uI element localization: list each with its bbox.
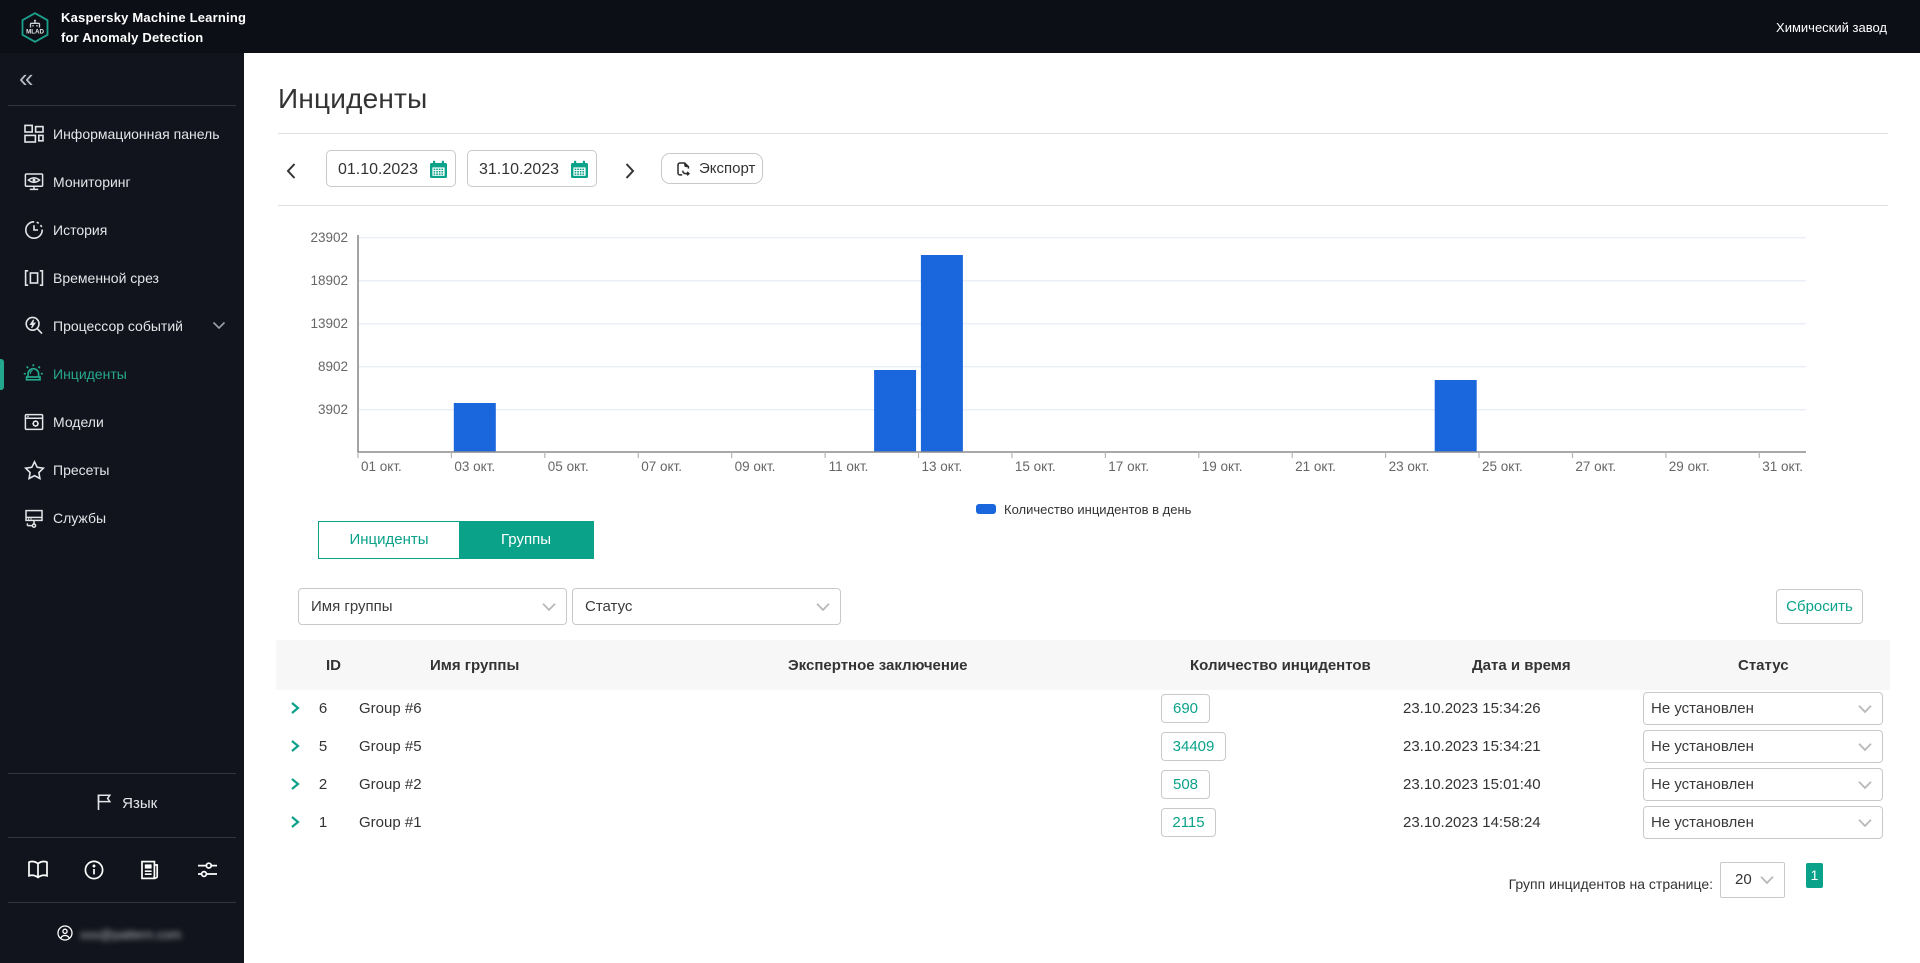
svg-text:31 окт.: 31 окт.	[1762, 459, 1803, 474]
svg-text:03 окт.: 03 окт.	[454, 459, 495, 474]
svg-text:19 окт.: 19 окт.	[1202, 459, 1243, 474]
svg-text:09 окт.: 09 окт.	[735, 459, 776, 474]
svg-text:18902: 18902	[310, 273, 348, 288]
svg-text:07 окт.: 07 окт.	[641, 459, 682, 474]
svg-text:13902: 13902	[310, 316, 348, 331]
svg-text:23902: 23902	[310, 230, 348, 245]
svg-text:21 окт.: 21 окт.	[1295, 459, 1336, 474]
svg-text:8902: 8902	[318, 359, 348, 374]
svg-text:27 окт.: 27 окт.	[1575, 459, 1616, 474]
svg-text:01 окт.: 01 окт.	[361, 459, 402, 474]
svg-text:05 окт.: 05 окт.	[548, 459, 589, 474]
svg-text:3902: 3902	[318, 402, 348, 417]
svg-text:11 окт.: 11 окт.	[829, 459, 869, 474]
svg-text:25 окт.: 25 окт.	[1482, 459, 1523, 474]
svg-text:23 окт.: 23 окт.	[1389, 459, 1430, 474]
svg-text:29 окт.: 29 окт.	[1669, 459, 1710, 474]
svg-text:MLAD: MLAD	[26, 29, 44, 36]
svg-text:15 окт.: 15 окт.	[1015, 459, 1056, 474]
svg-text:13 окт.: 13 окт.	[922, 459, 963, 474]
svg-text:17 окт.: 17 окт.	[1108, 459, 1149, 474]
